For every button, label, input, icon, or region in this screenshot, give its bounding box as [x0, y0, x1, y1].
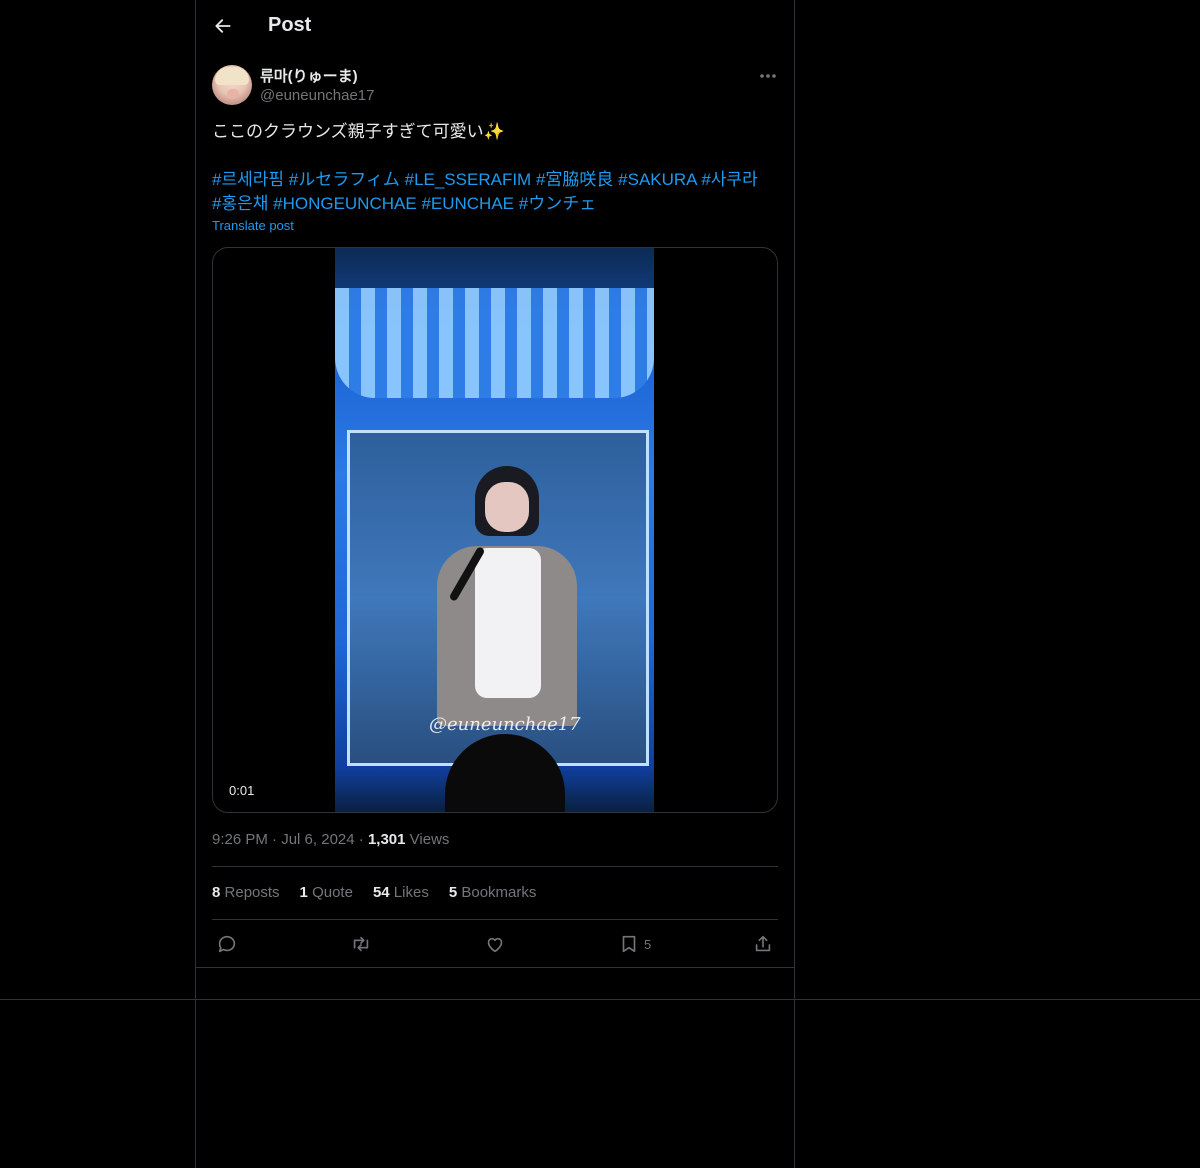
quotes-count: 1: [299, 884, 308, 901]
quotes-label: Quote: [312, 884, 353, 901]
column-border-left: [195, 0, 196, 1168]
repost-icon: [353, 936, 369, 952]
meta-dot: ·: [272, 831, 278, 848]
performer-shirt: [475, 548, 541, 698]
page-divider: [0, 999, 1200, 1000]
meta-dot: ·: [358, 831, 364, 848]
video-player[interactable]: @euneunchae17: [212, 247, 778, 813]
quotes-stat[interactable]: 1 Quote: [300, 884, 353, 901]
hashtag-link[interactable]: #르세라핌: [212, 170, 284, 189]
back-button[interactable]: [210, 13, 236, 39]
likes-count: 54: [372, 884, 390, 901]
reposts-label: Reposts: [224, 884, 280, 901]
hashtag-link[interactable]: #홍은채: [212, 194, 268, 213]
page-title: Post: [268, 14, 312, 36]
bookmark-count: 5: [644, 936, 652, 952]
hashtag-link[interactable]: #ウンチェ: [519, 194, 596, 213]
avatar-hair: [215, 67, 249, 85]
views-label: Views: [409, 831, 450, 848]
meta-divider: [212, 866, 778, 867]
hashtag-link[interactable]: #EUNCHAE: [421, 194, 514, 213]
tweet-text: ここのクラウンズ親子すぎて可愛い✨: [212, 122, 505, 141]
author-display-name[interactable]: 류마(りゅーま): [260, 65, 358, 86]
reposts-stat[interactable]: 8 Reposts: [212, 884, 280, 901]
column-bottom-divider: [196, 967, 794, 968]
column-border-right: [794, 0, 795, 1168]
engagement-stats: 8 Reposts 1 Quote 54 Likes 5 Bookmarks: [212, 884, 536, 901]
post-date[interactable]: Jul 6, 2024: [281, 831, 354, 848]
author-handle[interactable]: @euneunchae17: [260, 87, 375, 104]
stage-stripes: [335, 288, 654, 398]
bookmark-button[interactable]: 5: [618, 932, 651, 956]
performer-face: [485, 482, 529, 532]
stats-divider: [212, 919, 778, 920]
hashtag-link[interactable]: #LE_SSERAFIM: [405, 170, 532, 189]
more-icon: [760, 74, 776, 78]
bookmark-icon: [622, 935, 636, 953]
share-icon: [755, 935, 771, 952]
hashtag-list: #르세라핌 #ルセラフィム #LE_SSERAFIM #宮脇咲良 #SAKURA…: [212, 168, 778, 216]
hashtag-link[interactable]: #SAKURA: [618, 170, 696, 189]
more-button[interactable]: [756, 66, 780, 86]
post-meta: 9:26 PM · Jul 6, 2024 · 1,301 Views: [212, 831, 449, 848]
bookmarks-count: 5: [448, 884, 458, 901]
translate-post-link[interactable]: Translate post: [212, 218, 294, 233]
likes-stat[interactable]: 54 Likes: [373, 884, 429, 901]
avatar-hand: [227, 89, 239, 99]
post-header: Post: [196, 0, 794, 53]
video-watermark: @euneunchae17: [429, 714, 581, 735]
reposts-count: 8: [212, 884, 221, 901]
like-icon: [487, 937, 503, 953]
video-frame: @euneunchae17: [335, 248, 654, 812]
bookmarks-label: Bookmarks: [461, 884, 537, 901]
share-button[interactable]: [752, 932, 774, 956]
hashtag-link[interactable]: #사쿠라: [701, 170, 757, 189]
action-bar: 5: [212, 930, 778, 958]
bookmarks-stat[interactable]: 5 Bookmarks: [449, 884, 537, 901]
views-count: 1,301: [367, 831, 406, 848]
like-button[interactable]: [484, 932, 506, 956]
video-time-badge: 0:01: [229, 783, 255, 798]
hashtag-link[interactable]: #ルセラフィム: [289, 170, 400, 189]
post-time[interactable]: 9:26 PM: [212, 831, 268, 848]
hashtag-link[interactable]: #HONGEUNCHAE: [273, 194, 417, 213]
repost-button[interactable]: [350, 932, 372, 956]
hashtag-link[interactable]: #宮脇咲良: [536, 170, 613, 189]
back-arrow-icon: [215, 19, 231, 33]
avatar[interactable]: [212, 65, 252, 105]
reply-button[interactable]: [216, 932, 238, 956]
reply-icon: [218, 935, 236, 953]
likes-label: Likes: [393, 884, 429, 901]
